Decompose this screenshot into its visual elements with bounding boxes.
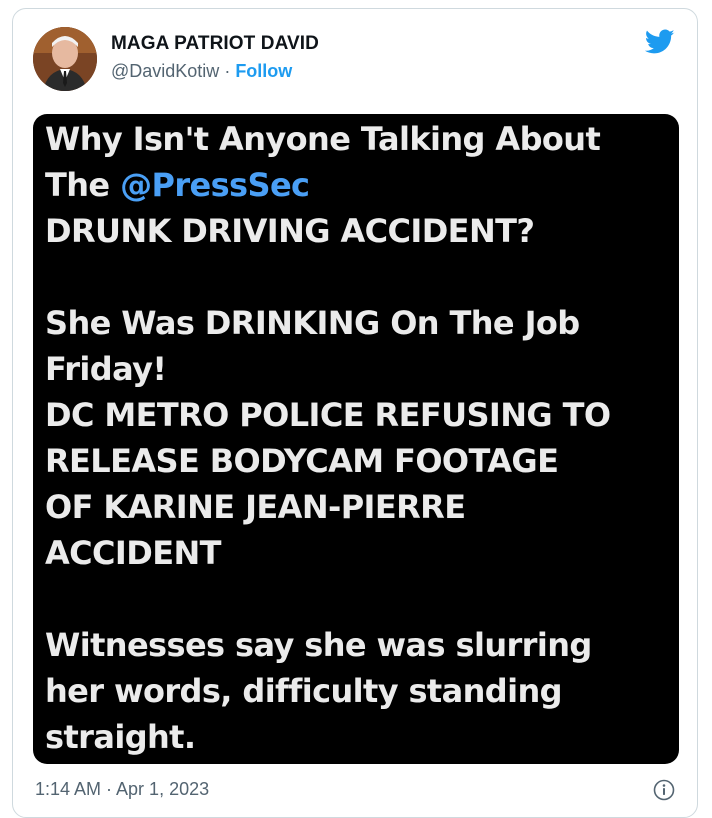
tweet-card[interactable]: MAGA PATRIOT DAVID @DavidKotiw · Follow … xyxy=(12,8,698,818)
info-icon[interactable] xyxy=(653,779,675,801)
twitter-bird-icon[interactable] xyxy=(644,29,675,55)
image-text-line: ACCIDENT xyxy=(45,534,221,572)
author-name[interactable]: MAGA PATRIOT DAVID xyxy=(111,33,319,55)
avatar[interactable] xyxy=(33,27,97,91)
image-text-line: DC METRO POLICE REFUSING TO xyxy=(45,396,611,434)
image-text-line: DRUNK DRIVING ACCIDENT? xyxy=(45,212,535,250)
image-text-line: RELEASE BODYCAM FOOTAGE xyxy=(45,442,559,480)
image-text-prefix: The xyxy=(45,166,121,204)
image-text-line: OF KARINE JEAN-PIERRE xyxy=(45,488,466,526)
line-spacer xyxy=(45,254,669,300)
line-spacer xyxy=(45,576,669,622)
image-text-line: her words, difficulty standing xyxy=(45,672,563,710)
tweet-timestamp[interactable]: 1:14 AM · Apr 1, 2023 xyxy=(35,779,209,800)
image-text-line: Witnesses say she was slurring xyxy=(45,626,592,664)
handle-row: @DavidKotiw · Follow xyxy=(111,61,292,82)
separator-dot: · xyxy=(219,61,236,81)
image-text-line: Friday! xyxy=(45,350,167,388)
tweet-image[interactable]: Why Isn't Anyone Talking About The @Pres… xyxy=(33,114,679,764)
mention-presssec: @PressSec xyxy=(120,166,310,204)
follow-button[interactable]: Follow xyxy=(235,61,292,81)
image-text-line: The @PressSec xyxy=(45,162,669,208)
image-text-line: Why Isn't Anyone Talking About xyxy=(45,120,601,158)
author-handle[interactable]: @DavidKotiw xyxy=(111,61,219,81)
image-text-line: She Was DRINKING On The Job xyxy=(45,304,580,342)
image-text-line: straight. xyxy=(45,718,196,756)
